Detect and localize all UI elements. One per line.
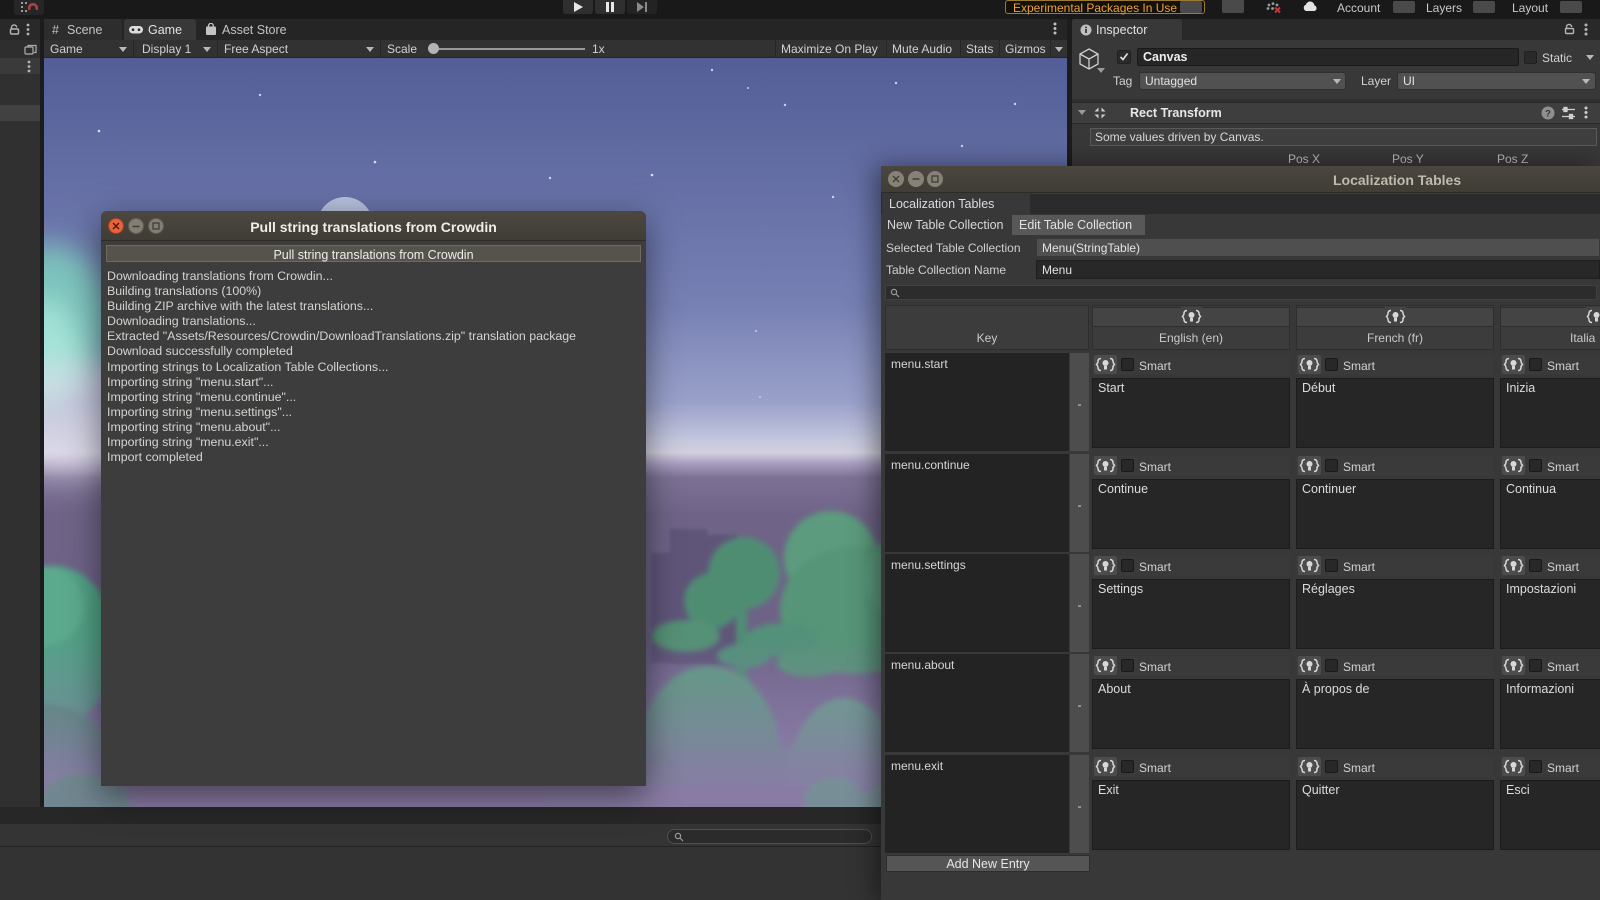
svg-text:?: ? — [1545, 109, 1551, 120]
